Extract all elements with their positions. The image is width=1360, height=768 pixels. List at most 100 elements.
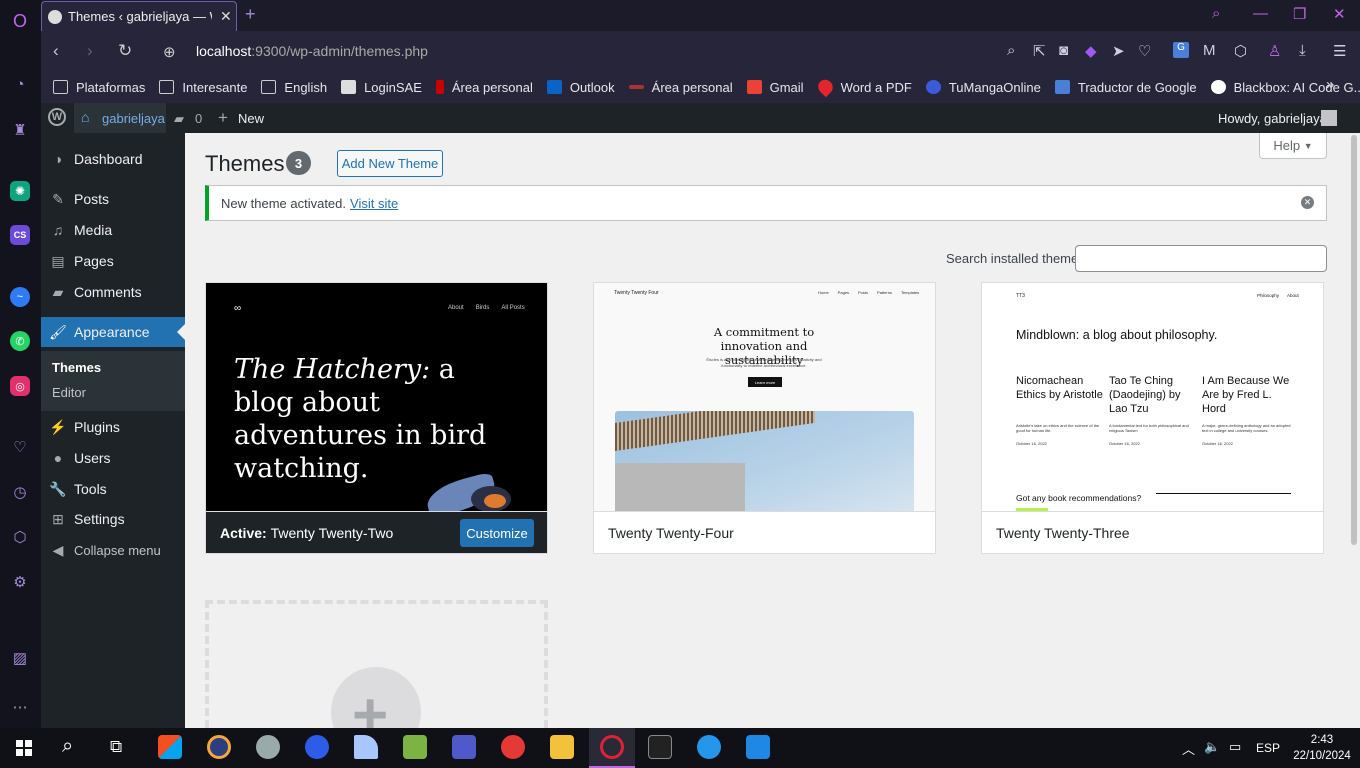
profile-icon[interactable]: ♙ — [1268, 42, 1281, 60]
new-tab-icon[interactable]: + — [245, 4, 256, 25]
bookmark-item[interactable]: English — [261, 80, 327, 95]
bookmark-item[interactable]: Área personal — [435, 80, 533, 95]
minimize-icon[interactable]: — — [1253, 5, 1268, 22]
speed-dial-icon[interactable]: ◔ — [10, 74, 30, 94]
back-icon[interactable]: ‹ — [53, 41, 59, 61]
eclipse-icon[interactable] — [207, 735, 231, 759]
more-bookmarks-icon[interactable]: » — [1326, 76, 1334, 93]
docker-icon[interactable] — [697, 735, 721, 759]
bookmark-item[interactable]: LoginSAE — [341, 80, 422, 95]
extension-cube-icon[interactable]: ⬡ — [1234, 42, 1247, 60]
search-tabs-icon[interactable]: ⌕ — [1212, 5, 1220, 22]
bookmark-item[interactable]: Área personal — [628, 80, 733, 95]
theme-screenshot[interactable]: ∞ About Birds All Posts The Hatchery: a bl… — [206, 283, 547, 511]
theme-card[interactable]: Twenty Twenty Four Home Pages Posts Pattern… — [593, 282, 936, 554]
site-name[interactable]: gabrieljaya — [102, 111, 165, 126]
bookmark-item[interactable]: TuMangaOnline — [925, 80, 1041, 95]
theme-card[interactable]: TT3 Philosophy About Mindblown: a blog ab… — [981, 282, 1324, 554]
search-icon[interactable]: ⌕ — [1007, 42, 1015, 59]
send-icon[interactable]: ➤ — [1112, 42, 1125, 60]
volume-icon[interactable]: 🔈 — [1204, 739, 1220, 755]
vpn-shield-icon[interactable]: ◆ — [1085, 42, 1097, 60]
store-icon[interactable] — [158, 735, 182, 759]
gallery-icon[interactable]: ▨ — [10, 648, 30, 668]
menu-dashboard[interactable]: ◑ Dashboard — [41, 144, 185, 174]
more-icon[interactable]: ⋯ — [10, 697, 30, 717]
opera-icon[interactable] — [600, 735, 624, 759]
favorite-heart-icon[interactable]: ♡ — [1138, 42, 1151, 60]
close-tab-icon[interactable]: ✕ — [220, 8, 232, 25]
bookmark-item[interactable]: Blackbox: AI Code G... — [1210, 80, 1360, 95]
help-tab-button[interactable]: Help ▼ — [1259, 133, 1327, 159]
dismiss-notice-icon[interactable]: ✕ — [1301, 196, 1314, 209]
customize-button[interactable]: Customize — [460, 519, 534, 547]
history-icon[interactable]: ◷ — [10, 482, 30, 502]
easy-setup-icon[interactable]: ☰ — [1333, 42, 1346, 60]
android-studio-icon[interactable] — [403, 735, 427, 759]
close-window-icon[interactable]: ✕ — [1333, 5, 1346, 23]
file-explorer-icon[interactable] — [550, 735, 574, 759]
bookmark-item[interactable]: Outlook — [546, 80, 615, 95]
opera-logo-icon[interactable]: O — [10, 11, 30, 31]
add-new-theme-button[interactable]: Add New Theme — [337, 150, 443, 177]
extension-m-icon[interactable]: M — [1203, 42, 1216, 59]
menu-plugins[interactable]: ⚡ Plugins — [41, 412, 185, 442]
downloads-icon[interactable]: ⤓ — [1299, 42, 1306, 59]
search-themes-input[interactable] — [1075, 245, 1327, 272]
messenger-icon[interactable]: ~ — [10, 287, 30, 307]
new-content-link[interactable]: New — [238, 111, 264, 126]
menu-comments[interactable]: ▰ Comments — [41, 277, 185, 307]
zoom-icon[interactable] — [305, 735, 329, 759]
reload-icon[interactable]: ↻ — [118, 41, 132, 61]
cs-icon[interactable]: CS — [10, 225, 30, 245]
box-icon[interactable]: ⬡ — [10, 527, 30, 547]
maximize-icon[interactable]: ❐ — [1293, 5, 1306, 23]
ai-icon[interactable]: ♜ — [10, 120, 30, 140]
menu-appearance[interactable]: 🖌 Appearance — [41, 317, 185, 347]
bookmark-item[interactable]: Traductor de Google — [1054, 80, 1197, 95]
app-red-icon[interactable] — [501, 735, 525, 759]
settings-gear-icon[interactable]: ⚙ — [10, 572, 30, 592]
bookmark-item[interactable]: Plataformas — [53, 80, 145, 95]
teams-icon[interactable] — [452, 735, 476, 759]
bookmark-item[interactable]: Gmail — [746, 80, 804, 95]
tray-chevron-icon[interactable]: ︿ — [1182, 739, 1195, 758]
chatgpt-icon[interactable]: ✺ — [10, 181, 30, 201]
search-taskbar-icon[interactable]: ⌕ — [62, 735, 73, 758]
submenu-themes[interactable]: Themes — [52, 360, 101, 375]
bookmark-item[interactable]: Word a PDF — [814, 76, 912, 98]
visit-site-link[interactable]: Visit site — [350, 196, 398, 211]
avatar[interactable] — [1321, 110, 1337, 126]
menu-tools[interactable]: 🔧 Tools — [41, 474, 185, 504]
instagram-icon[interactable]: ◎ — [10, 376, 30, 396]
camera-icon[interactable]: ◙ — [1059, 42, 1068, 59]
howdy-user[interactable]: Howdy, gabrieljaya — [1218, 111, 1327, 126]
heart-icon[interactable]: ♡ — [10, 437, 30, 457]
vscode-icon[interactable] — [746, 735, 770, 759]
page-scrollbar[interactable] — [1348, 133, 1360, 728]
menu-settings[interactable]: ⊞ Settings — [41, 504, 185, 534]
language-indicator[interactable]: ESP — [1256, 741, 1280, 755]
terminal-icon[interactable] — [648, 735, 672, 759]
translate-icon[interactable]: G — [1173, 42, 1189, 58]
theme-screenshot[interactable]: Twenty Twenty Four Home Pages Posts Pattern… — [594, 283, 935, 511]
network-icon[interactable]: ▭ — [1229, 739, 1241, 755]
task-view-icon[interactable]: ⧉ — [110, 737, 122, 757]
wordpress-logo-icon[interactable]: W — [48, 108, 66, 126]
submenu-editor[interactable]: Editor — [52, 385, 86, 400]
bookmark-item[interactable]: Interesante — [159, 80, 247, 95]
menu-pages[interactable]: ▤ Pages — [41, 246, 185, 276]
menu-media[interactable]: ♫ Media — [41, 215, 185, 245]
menu-posts[interactable]: ✎ Posts — [41, 184, 185, 214]
url-field[interactable]: localhost:9300/wp-admin/themes.php — [196, 43, 428, 59]
theme-screenshot[interactable]: TT3 Philosophy About Mindblown: a blog ab… — [982, 283, 1323, 511]
app-gear-icon[interactable] — [256, 735, 280, 759]
theme-card-active[interactable]: ∞ About Birds All Posts The Hatchery: a bl… — [205, 282, 548, 554]
active-tab[interactable]: Themes ‹ gabrieljaya — Wo ✕ — [41, 1, 237, 31]
site-info-icon[interactable]: ⊕ — [163, 43, 176, 61]
collapse-menu[interactable]: ◀ Collapse menu — [41, 535, 185, 565]
whatsapp-icon[interactable]: ✆ — [10, 331, 30, 351]
comments-count[interactable]: 0 — [195, 111, 202, 126]
forward-icon[interactable]: › — [87, 41, 93, 61]
share-icon[interactable]: ⇱ — [1033, 42, 1046, 60]
